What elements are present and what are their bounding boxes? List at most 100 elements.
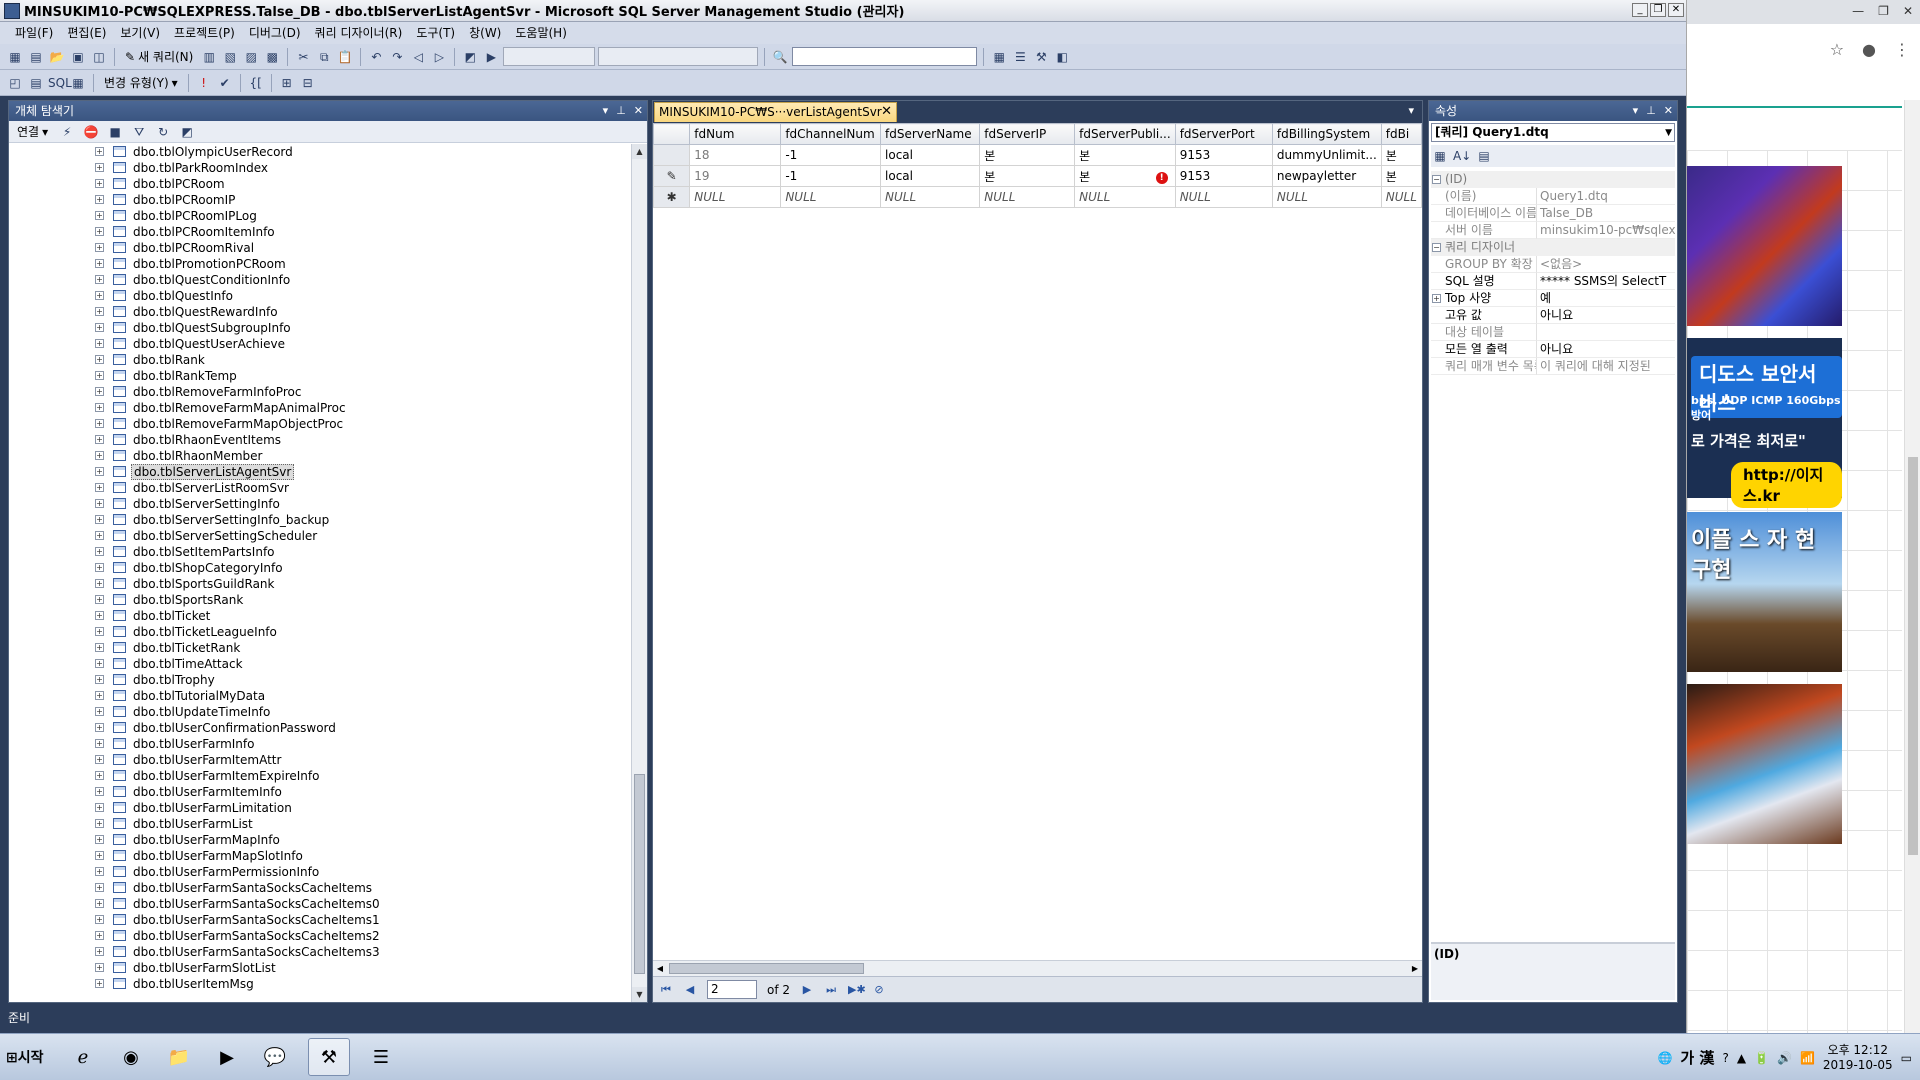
column-header[interactable]: fdServerName	[880, 123, 981, 145]
menu-item[interactable]: 창(W)	[462, 22, 508, 44]
pane-close-icon[interactable]: ✕	[1664, 101, 1673, 121]
window-position-icon[interactable]: ▾	[603, 101, 609, 121]
tree-table-node[interactable]: + dbo.tblRank	[9, 352, 631, 368]
expand-icon[interactable]: +	[95, 899, 104, 908]
expand-icon[interactable]: +	[95, 323, 104, 332]
power-icon[interactable]: 🔋	[1754, 1051, 1769, 1065]
language-icon[interactable]: 🌐	[1657, 1051, 1672, 1065]
tree-table-node[interactable]: + dbo.tblUserFarmItemInfo	[9, 784, 631, 800]
expand-icon[interactable]: +	[95, 387, 104, 396]
expand-icon[interactable]: +	[95, 963, 104, 972]
undo-icon[interactable]: ↶	[367, 48, 385, 66]
property-row[interactable]: 모든 열 출력 아니요	[1431, 341, 1675, 358]
column-header[interactable]: fdChannelNum	[780, 123, 882, 145]
add-table-icon[interactable]: ⊞	[278, 74, 296, 92]
ime-indicator[interactable]: 가 漢	[1680, 1047, 1714, 1068]
ad-url[interactable]: http://이지스.kr	[1731, 462, 1842, 508]
scroll-up-icon[interactable]: ▲	[632, 144, 647, 159]
save-icon[interactable]: ▣	[69, 48, 87, 66]
grid-cell[interactable]: 본	[1074, 144, 1176, 166]
tree-table-node[interactable]: + dbo.tblUserFarmMapInfo	[9, 832, 631, 848]
query-dmx-icon[interactable]: ▩	[263, 48, 281, 66]
tree-table-node[interactable]: + dbo.tblTicket	[9, 608, 631, 624]
file-explorer-icon[interactable]: 📁	[158, 1038, 200, 1076]
expand-icon[interactable]: +	[95, 259, 104, 268]
minimize-button[interactable]: _	[1632, 3, 1648, 17]
tree-table-node[interactable]: + dbo.tblUserFarmSantaSocksCacheItems0	[9, 896, 631, 912]
internet-explorer-icon[interactable]: ℯ	[62, 1038, 104, 1076]
connect-explorer-icon[interactable]: ⚡	[58, 123, 76, 141]
game-ad-banner[interactable]	[1687, 166, 1842, 326]
expand-icon[interactable]: +	[95, 179, 104, 188]
grid-cell[interactable]: 9153	[1174, 144, 1273, 166]
tree-table-node[interactable]: + dbo.tblUserFarmPermissionInfo	[9, 864, 631, 880]
tree-table-node[interactable]: + dbo.tblUserFarmSlotList	[9, 960, 631, 976]
property-value[interactable]	[1537, 324, 1675, 341]
tree-table-node[interactable]: + dbo.tblQuestInfo	[9, 288, 631, 304]
grid-cell[interactable]: 본	[1380, 144, 1423, 166]
expand-icon[interactable]: +	[95, 547, 104, 556]
solution-explorer-icon[interactable]: ▦	[990, 48, 1008, 66]
expand-icon[interactable]: +	[95, 931, 104, 940]
expand-icon[interactable]: +	[95, 755, 104, 764]
grid-cell[interactable]: NULL	[880, 186, 981, 208]
expand-icon[interactable]: +	[95, 147, 104, 156]
expand-icon[interactable]: +	[95, 867, 104, 876]
tree-table-node[interactable]: + dbo.tblUserFarmSantaSocksCacheItems2	[9, 928, 631, 944]
expand-icon[interactable]: +	[95, 499, 104, 508]
row-selector[interactable]: ✱	[652, 186, 691, 208]
cut-icon[interactable]: ✂	[294, 48, 312, 66]
tree-table-node[interactable]: + dbo.tblRemoveFarmMapAnimalProc	[9, 400, 631, 416]
new-record-icon[interactable]: ▶✱	[848, 983, 866, 997]
expand-icon[interactable]: +	[95, 675, 104, 684]
disconnect-icon[interactable]: ⛔	[82, 123, 100, 141]
tree-table-node[interactable]: + dbo.tblRankTemp	[9, 368, 631, 384]
find-combo[interactable]	[792, 47, 978, 66]
game-ad-banner-2[interactable]: 이플 스 자 현 구현	[1687, 512, 1842, 672]
expand-icon[interactable]: +	[95, 275, 104, 284]
grid-cell[interactable]: NULL	[1380, 186, 1423, 208]
close-icon[interactable]: ✕	[1903, 4, 1913, 18]
property-value[interactable]: 아니요	[1537, 307, 1675, 324]
expand-icon[interactable]: +	[95, 771, 104, 780]
table-row[interactable]: ✎ 19 -1 local 본 본! 9153 newpayletter 본	[652, 165, 1423, 187]
show-criteria-icon[interactable]: ▤	[27, 74, 45, 92]
expand-icon[interactable]: +	[95, 467, 104, 476]
ddos-ad-banner[interactable]: 디도스 보안서비스 bps, UDP ICMP 160Gbps 방어 로 가격은…	[1687, 338, 1842, 508]
tree-table-node[interactable]: + dbo.tblUpdateTimeInfo	[9, 704, 631, 720]
save-all-icon[interactable]: ◫	[90, 48, 108, 66]
column-header[interactable]: fdBi	[1380, 123, 1423, 145]
menu-item[interactable]: 프로젝트(P)	[167, 22, 242, 44]
object-tree-scrollbar[interactable]: ▲ ▼	[631, 144, 647, 1002]
property-pages-icon[interactable]: ▤	[1475, 147, 1493, 165]
expand-icon[interactable]: +	[95, 307, 104, 316]
expand-icon[interactable]: +	[95, 211, 104, 220]
tree-table-node[interactable]: + dbo.tblSportsGuildRank	[9, 576, 631, 592]
property-category[interactable]: − 쿼리 디자이너	[1431, 239, 1675, 256]
query-analysis-icon[interactable]: ▧	[221, 48, 239, 66]
property-row[interactable]: 대상 테이블	[1431, 324, 1675, 341]
tree-table-node[interactable]: + dbo.tblUserFarmSantaSocksCacheItems3	[9, 944, 631, 960]
tree-table-node[interactable]: + dbo.tblTutorialMyData	[9, 688, 631, 704]
pane-close-icon[interactable]: ✕	[634, 101, 643, 121]
column-header[interactable]: fdServerPort	[1174, 123, 1273, 145]
expand-icon[interactable]: +	[95, 595, 104, 604]
alphabetical-icon[interactable]: A↓	[1453, 147, 1471, 165]
game-ad-banner-3[interactable]	[1687, 684, 1842, 844]
property-category[interactable]: − (ID)	[1431, 171, 1675, 188]
connect-button[interactable]: 연결 ▾	[13, 122, 52, 142]
tree-table-node[interactable]: + dbo.tblServerSettingScheduler	[9, 528, 631, 544]
expand-icon[interactable]: +	[95, 339, 104, 348]
scroll-thumb[interactable]	[1908, 457, 1918, 855]
grid-cell[interactable]: -1	[780, 144, 882, 166]
expand-icon[interactable]: +	[95, 627, 104, 636]
network-icon[interactable]: 📶	[1800, 1051, 1815, 1065]
expand-icon[interactable]: +	[95, 979, 104, 988]
activity-monitor-icon[interactable]: ◩	[461, 48, 479, 66]
expand-icon[interactable]: +	[95, 851, 104, 860]
tree-table-node[interactable]: + dbo.tblSportsRank	[9, 592, 631, 608]
property-value[interactable]: ***** SSMS의 SelectT	[1537, 273, 1675, 290]
ssms-taskbar-icon[interactable]: ⚒	[308, 1038, 350, 1076]
collapse-icon[interactable]: −	[1432, 243, 1441, 252]
tree-table-node[interactable]: + dbo.tblUserFarmItemExpireInfo	[9, 768, 631, 784]
